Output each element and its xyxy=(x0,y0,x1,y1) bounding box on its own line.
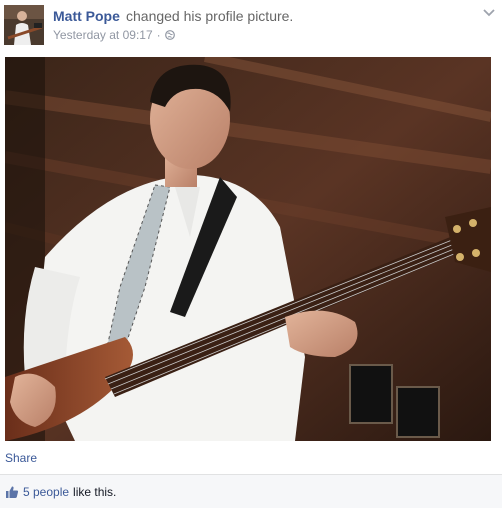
avatar[interactable] xyxy=(4,5,44,45)
profile-picture-post: Matt Pope changed his profile picture. Y… xyxy=(0,0,502,508)
likers-link[interactable]: 5 people xyxy=(23,485,69,499)
likes-suffix: like this. xyxy=(73,484,117,499)
globe-icon[interactable] xyxy=(164,30,175,40)
meta-separator: · xyxy=(156,28,161,42)
likes-bar: 5 people like this. xyxy=(0,474,502,508)
post-action-text: changed his profile picture. xyxy=(126,8,294,24)
chevron-down-icon[interactable] xyxy=(482,7,496,17)
timestamp-link[interactable]: Yesterday at 09:17 xyxy=(53,28,153,42)
avatar-image xyxy=(4,5,44,45)
thumbs-up-icon xyxy=(6,485,19,498)
post-meta: Yesterday at 09:17 · xyxy=(53,28,175,42)
photo-illustration xyxy=(5,57,491,441)
share-link[interactable]: Share xyxy=(5,451,37,465)
post-photo[interactable] xyxy=(5,57,491,441)
author-name-link[interactable]: Matt Pope xyxy=(53,8,120,24)
